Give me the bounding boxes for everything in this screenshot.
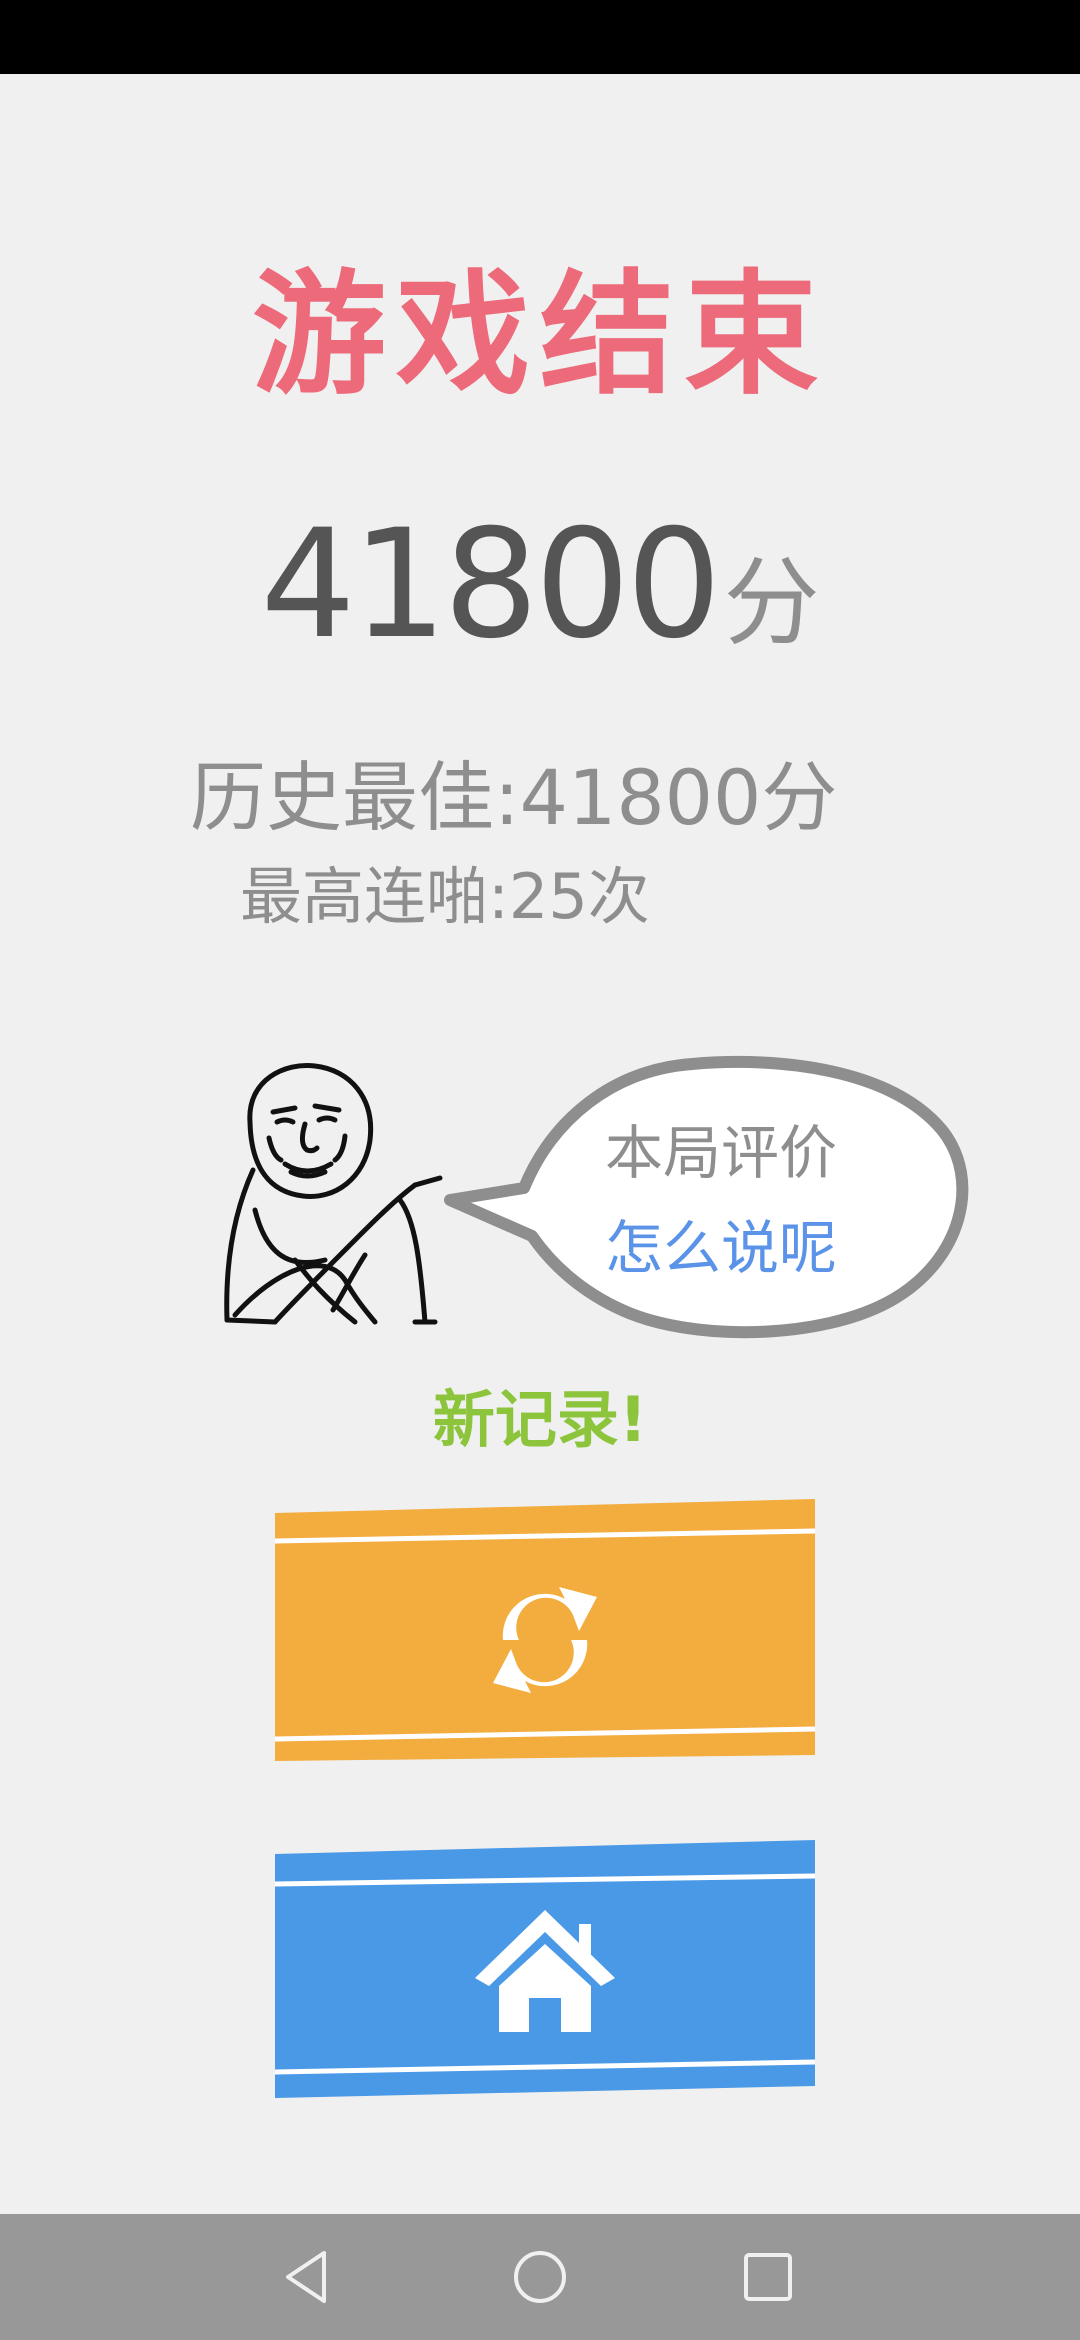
game-over-title: 游戏结束 bbox=[251, 257, 828, 413]
best-score-line: 历史最佳:41800分 bbox=[190, 748, 837, 848]
meme-figure-illustration bbox=[224, 1062, 443, 1325]
new-record-text: 新记录! bbox=[432, 1383, 648, 1456]
speech-bubble bbox=[444, 1055, 969, 1339]
status-bar bbox=[0, 0, 1080, 74]
restart-button[interactable] bbox=[275, 1495, 815, 1765]
max-combo-label: 最高连啪: bbox=[240, 860, 509, 933]
score-unit: 分 bbox=[723, 547, 820, 659]
max-combo-value: 25次 bbox=[508, 860, 650, 933]
circle-home-icon[interactable] bbox=[502, 2239, 578, 2315]
evaluation-comment: 怎么说呢 bbox=[605, 1214, 838, 1282]
home-button[interactable] bbox=[275, 1836, 815, 2106]
best-score-label: 历史最佳: bbox=[190, 753, 520, 842]
best-score-value: 41800分 bbox=[519, 753, 838, 842]
evaluation-label: 本局评价 bbox=[605, 1119, 838, 1187]
square-recents-icon[interactable] bbox=[730, 2239, 806, 2315]
triangle-back-icon[interactable] bbox=[270, 2239, 346, 2315]
score-value: 41800 bbox=[260, 498, 721, 672]
score-display: 41800分 bbox=[0, 510, 1080, 706]
max-combo-line: 最高连啪:25次 bbox=[240, 852, 650, 942]
system-navigation-bar bbox=[0, 2214, 1080, 2340]
